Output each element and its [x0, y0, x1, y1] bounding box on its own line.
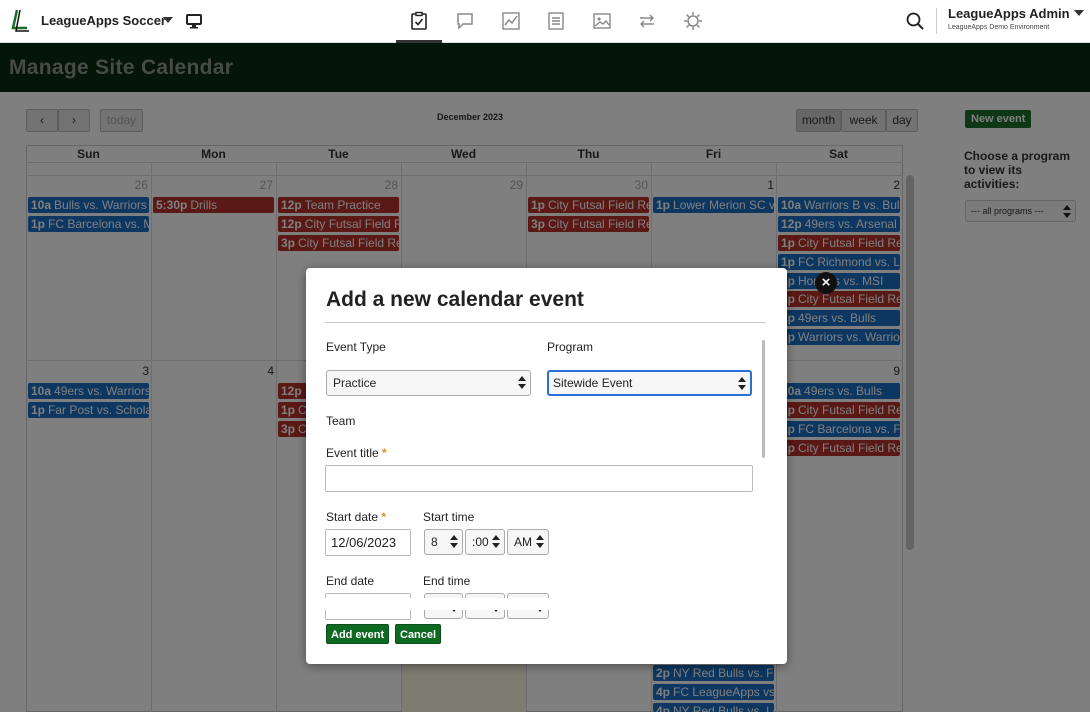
start-ampm-value: AM — [514, 535, 532, 549]
select-arrows-icon — [536, 535, 544, 549]
monitor-icon[interactable] — [186, 13, 202, 29]
program-select[interactable]: Sitewide Event — [547, 370, 752, 396]
end-time-label: End time — [423, 574, 471, 588]
modal-title: Add a new calendar event — [326, 288, 584, 311]
image-icon[interactable] — [592, 11, 612, 31]
admin-name[interactable]: LeagueApps Admin — [948, 6, 1070, 21]
select-arrows-icon — [738, 377, 746, 391]
cancel-button[interactable]: Cancel — [395, 624, 442, 644]
search-icon[interactable] — [905, 11, 925, 31]
event-type-label: Event Type — [326, 340, 386, 354]
chevron-down-icon[interactable] — [1074, 10, 1084, 16]
top-navigation: LeagueApps Soccer LeagueApps Admin Leagu… — [0, 0, 1090, 43]
start-hour-value: 8 — [431, 535, 438, 549]
event-type-select[interactable]: Practice — [326, 370, 531, 396]
clipboard-check-icon[interactable] — [409, 11, 429, 31]
start-minute-select[interactable]: :00 — [465, 529, 505, 555]
team-label: Team — [326, 414, 356, 428]
required-indicator: * — [382, 446, 387, 460]
event-title-label: Event title * — [326, 446, 387, 460]
select-arrows-icon — [450, 535, 458, 549]
nav-divider — [936, 8, 937, 34]
list-icon[interactable] — [546, 11, 566, 31]
event-type-value: Practice — [333, 376, 377, 390]
chevron-down-icon[interactable] — [163, 17, 173, 23]
divider — [325, 322, 766, 323]
select-arrows-icon — [518, 376, 526, 390]
start-date-input[interactable]: 12/06/2023 — [325, 529, 411, 556]
add-event-button[interactable]: Add event — [326, 624, 390, 644]
end-date-label: End date — [326, 574, 375, 588]
start-minute-value: :00 — [472, 535, 489, 549]
event-title-label-text: Event title — [326, 446, 379, 460]
program-label: Program — [547, 340, 594, 354]
leagueapps-logo[interactable] — [8, 9, 30, 33]
event-title-input[interactable] — [325, 465, 753, 492]
program-value: Sitewide Event — [553, 376, 633, 390]
start-hour-select[interactable]: 8 — [424, 529, 463, 555]
modal-scroll-clip — [307, 598, 757, 610]
admin-environment: LeagueApps Demo Environment — [948, 24, 1050, 31]
chat-icon[interactable] — [455, 11, 475, 31]
org-name[interactable]: LeagueApps Soccer — [41, 13, 166, 28]
transfer-icon[interactable] — [637, 11, 657, 31]
modal-scrollbar[interactable] — [762, 340, 765, 458]
start-time-label: Start time — [423, 510, 475, 524]
select-arrows-icon — [492, 535, 500, 549]
start-ampm-select[interactable]: AM — [507, 529, 549, 555]
required-indicator: * — [381, 510, 387, 524]
chart-icon[interactable] — [501, 11, 521, 31]
start-date-label-text: Start date — [326, 510, 379, 524]
close-icon[interactable]: × — [815, 272, 837, 294]
gear-icon[interactable] — [683, 11, 703, 31]
start-date-label: Start date * — [326, 510, 386, 524]
